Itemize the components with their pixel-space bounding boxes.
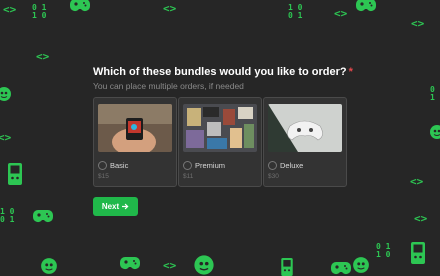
gamepad-icon <box>70 0 90 12</box>
gamepad-icon <box>33 209 53 223</box>
option-label-basic: Basic <box>110 161 129 170</box>
code-brackets-icon: <> <box>0 131 12 144</box>
required-asterisk: * <box>348 66 353 78</box>
option-image-premium <box>183 104 257 152</box>
code-brackets-icon: <> <box>410 175 424 188</box>
option-image-basic <box>98 104 172 152</box>
code-brackets-icon: <> <box>334 7 348 20</box>
arrow-right-icon <box>122 203 129 210</box>
question-block: Which of these bundles would you like to… <box>93 66 353 91</box>
option-card-basic[interactable]: Basic $15 <box>93 97 177 187</box>
gamepad-icon <box>331 261 351 275</box>
question-hint: You can place multiple orders, if needed <box>93 81 244 91</box>
code-brackets-icon: <> <box>163 259 177 272</box>
bundle-options: Basic $15 Premium $11 Deluxe $30 <box>93 97 347 187</box>
next-button[interactable]: Next <box>93 197 138 216</box>
binary-icon: 1 0 0 1 <box>288 3 303 20</box>
gamepad-icon <box>120 256 140 270</box>
code-brackets-icon: <> <box>3 3 17 16</box>
option-label-premium: Premium <box>195 161 226 170</box>
pumpkin-icon <box>40 257 58 275</box>
option-card-deluxe[interactable]: Deluxe $30 <box>263 97 347 187</box>
pumpkin-icon <box>0 86 12 102</box>
option-card-premium[interactable]: Premium $11 <box>178 97 262 187</box>
option-price-premium: $11 <box>183 173 194 180</box>
option-image-deluxe <box>268 104 342 152</box>
option-radio-basic[interactable] <box>98 161 107 170</box>
code-brackets-icon: <> <box>414 212 428 225</box>
handheld-console-icon <box>8 163 22 185</box>
pumpkin-icon <box>429 124 440 140</box>
option-radio-premium[interactable] <box>183 161 192 170</box>
gamepad-icon <box>356 0 376 12</box>
binary-icon: 1 0 0 1 <box>0 207 15 224</box>
pumpkin-icon <box>352 256 370 274</box>
option-radio-deluxe[interactable] <box>268 161 277 170</box>
option-label-deluxe: Deluxe <box>280 161 304 170</box>
option-price-basic: $15 <box>98 173 109 180</box>
question-title: Which of these bundles would you like to… <box>93 66 353 78</box>
code-brackets-icon: <> <box>411 17 425 30</box>
binary-icon: 0 1 1 0 <box>376 242 391 259</box>
binary-icon: 0 1 1 0 <box>32 3 47 20</box>
binary-icon: 0 1 1 0 <box>430 85 440 102</box>
code-brackets-icon: <> <box>163 2 177 15</box>
pumpkin-icon <box>192 254 216 276</box>
option-price-deluxe: $30 <box>268 173 279 180</box>
next-button-label: Next <box>101 202 120 211</box>
handheld-console-icon <box>411 242 425 264</box>
handheld-console-icon <box>280 258 294 276</box>
code-brackets-icon: <> <box>36 50 50 63</box>
